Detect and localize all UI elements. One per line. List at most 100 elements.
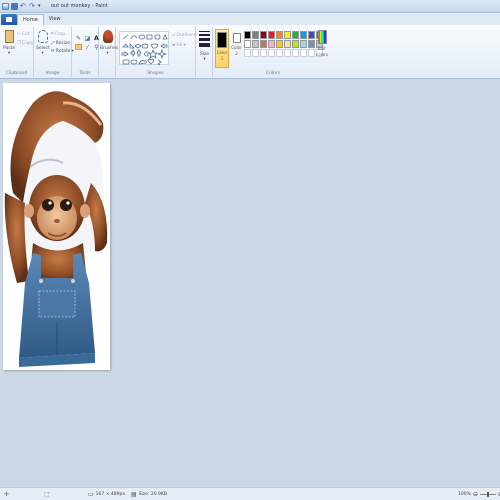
- rotate-label: Rotate: [55, 49, 71, 54]
- scissors-icon: ✂: [17, 32, 21, 37]
- resize-button[interactable]: ⤢ Resize: [51, 40, 71, 47]
- crop-label: Crop: [54, 31, 66, 37]
- palette-swatch[interactable]: [292, 40, 299, 48]
- fill-dropdown-icon: ▾: [183, 43, 186, 48]
- zoom-out-icon[interactable]: ⊖: [473, 491, 478, 498]
- palette-swatch[interactable]: [284, 31, 291, 39]
- size-group: Size ▾: [196, 27, 213, 77]
- palette-empty-swatch[interactable]: [284, 49, 291, 57]
- copy-icon: ❐: [17, 41, 22, 46]
- paste-dropdown-icon: ▾: [7, 51, 11, 56]
- customize-dropdown-icon[interactable]: ▾: [38, 3, 45, 10]
- clipboard-icon: [4, 30, 14, 43]
- status-selection: ⬚: [44, 491, 50, 498]
- eraser-icon[interactable]: [75, 44, 82, 50]
- palette-swatch[interactable]: [284, 40, 291, 48]
- palette-empty-swatch[interactable]: [292, 49, 299, 57]
- shapes-gallery[interactable]: [119, 31, 169, 66]
- crop-button[interactable]: ⌗ Crop: [51, 31, 66, 38]
- outline-label: Outline: [176, 33, 193, 38]
- shapes-icons: [121, 34, 168, 66]
- redo-icon[interactable]: ↷: [29, 2, 36, 10]
- copy-button[interactable]: ❐ Copy: [17, 41, 33, 46]
- clipboard-group: Paste ▾ ✂ Cut ❐ Copy Clipboard: [0, 27, 34, 77]
- drawing-canvas[interactable]: [3, 83, 110, 370]
- palette-swatch[interactable]: [252, 31, 259, 39]
- palette-empty-swatch[interactable]: [268, 49, 275, 57]
- palette-swatch[interactable]: [260, 40, 267, 48]
- tab-home[interactable]: Home: [17, 14, 44, 25]
- edit-colors-label: Edit colors: [316, 46, 328, 57]
- paint-menu-button[interactable]: [1, 14, 17, 25]
- fill-button[interactable]: ▰ Fill ▾: [172, 43, 186, 48]
- colors-group-label: Colors: [265, 71, 281, 76]
- status-cursor: ✛: [4, 491, 9, 498]
- palette-swatch[interactable]: [244, 40, 251, 48]
- cut-button[interactable]: ✂ Cut: [17, 32, 30, 37]
- palette-swatch[interactable]: [276, 31, 283, 39]
- zoom-control: 100% ⊖ ⊕: [458, 491, 500, 498]
- copy-label: Copy: [22, 41, 34, 46]
- resize-label: Resize: [55, 40, 71, 46]
- clipboard-group-label: Clipboard: [5, 71, 28, 76]
- color2-button[interactable]: Color 2: [230, 29, 243, 68]
- save-icon[interactable]: [11, 2, 18, 10]
- monkey-image: [4, 91, 108, 367]
- palette-empty-swatch[interactable]: [244, 49, 251, 57]
- status-filesize: ▤ Size: 20.9KB: [131, 491, 167, 498]
- palette-empty-swatch[interactable]: [252, 49, 259, 57]
- image-group-label: Image: [45, 71, 60, 76]
- tab-view[interactable]: View: [44, 14, 66, 25]
- fill-label: Fill: [176, 43, 183, 48]
- fill-bucket-icon[interactable]: ◪: [84, 35, 91, 42]
- image-group: Select ▾ ⌗ Crop ⤢ Resize ⟳ Rotate ▾ Imag…: [34, 27, 74, 77]
- size-button[interactable]: Size ▾: [198, 31, 211, 62]
- color2-label: Color 2: [231, 45, 242, 56]
- crop-icon: ⌗: [51, 32, 54, 37]
- palette-swatch[interactable]: [300, 40, 307, 48]
- palette-swatch[interactable]: [244, 31, 251, 39]
- line-width-icon: [199, 31, 210, 47]
- color-palette: [244, 31, 323, 57]
- status-dimensions: ▭ 107 × 489px: [88, 491, 125, 498]
- tools-group-label: Tools: [79, 71, 91, 76]
- palette-empty-swatch[interactable]: [260, 49, 267, 57]
- zoom-slider-thumb[interactable]: [486, 492, 489, 497]
- pencil-icon[interactable]: ✎: [75, 35, 82, 42]
- palette-swatch[interactable]: [292, 31, 299, 39]
- paste-button[interactable]: Paste ▾: [3, 30, 15, 56]
- palette-swatch[interactable]: [268, 31, 275, 39]
- select-dropdown-icon: ▾: [41, 51, 44, 56]
- window-title: out out monkey - Paint: [51, 3, 108, 9]
- palette-swatch[interactable]: [268, 40, 275, 48]
- ribbon: Paste ▾ ✂ Cut ❐ Copy Clipboard Select ▾ …: [0, 25, 500, 79]
- palette-swatch[interactable]: [260, 31, 267, 39]
- undo-icon[interactable]: ↶: [20, 2, 27, 10]
- colors-group: Color 1 Color 2 Edit colors Colors: [213, 27, 333, 77]
- select-button[interactable]: Select ▾: [36, 30, 50, 56]
- color2-swatch: [232, 33, 241, 43]
- palette-empty-swatch[interactable]: [300, 49, 307, 57]
- rotate-button[interactable]: ⟳ Rotate ▾: [51, 49, 74, 54]
- palette-swatch[interactable]: [276, 40, 283, 48]
- outline-icon: ▱: [172, 33, 176, 38]
- palette-swatch[interactable]: [252, 40, 259, 48]
- disk-icon: ▤: [131, 491, 137, 498]
- color-wheel-icon: [317, 30, 327, 44]
- brushes-button[interactable]: Brushes ▾: [100, 30, 118, 56]
- paint-app-icon[interactable]: [2, 2, 9, 10]
- tools-group: ✎ ◪ A ⁄ ⚲ Tools: [72, 27, 99, 77]
- brushes-group: Brushes ▾: [99, 27, 118, 77]
- zoom-slider[interactable]: [479, 492, 496, 497]
- size-dropdown-icon: ▾: [203, 57, 206, 62]
- color-picker-icon[interactable]: ⁄: [84, 44, 91, 51]
- palette-empty-swatch[interactable]: [276, 49, 283, 57]
- fill-icon: ▰: [172, 43, 176, 48]
- color1-label: Color 1: [216, 50, 228, 61]
- image-size-icon: ▭: [88, 491, 94, 498]
- outline-button[interactable]: ▱ Outline ▾: [172, 33, 196, 38]
- edit-colors-button[interactable]: Edit colors: [314, 30, 330, 58]
- color1-button[interactable]: Color 1: [215, 29, 229, 68]
- file-size-text: Size: 20.9KB: [138, 492, 167, 497]
- palette-swatch[interactable]: [300, 31, 307, 39]
